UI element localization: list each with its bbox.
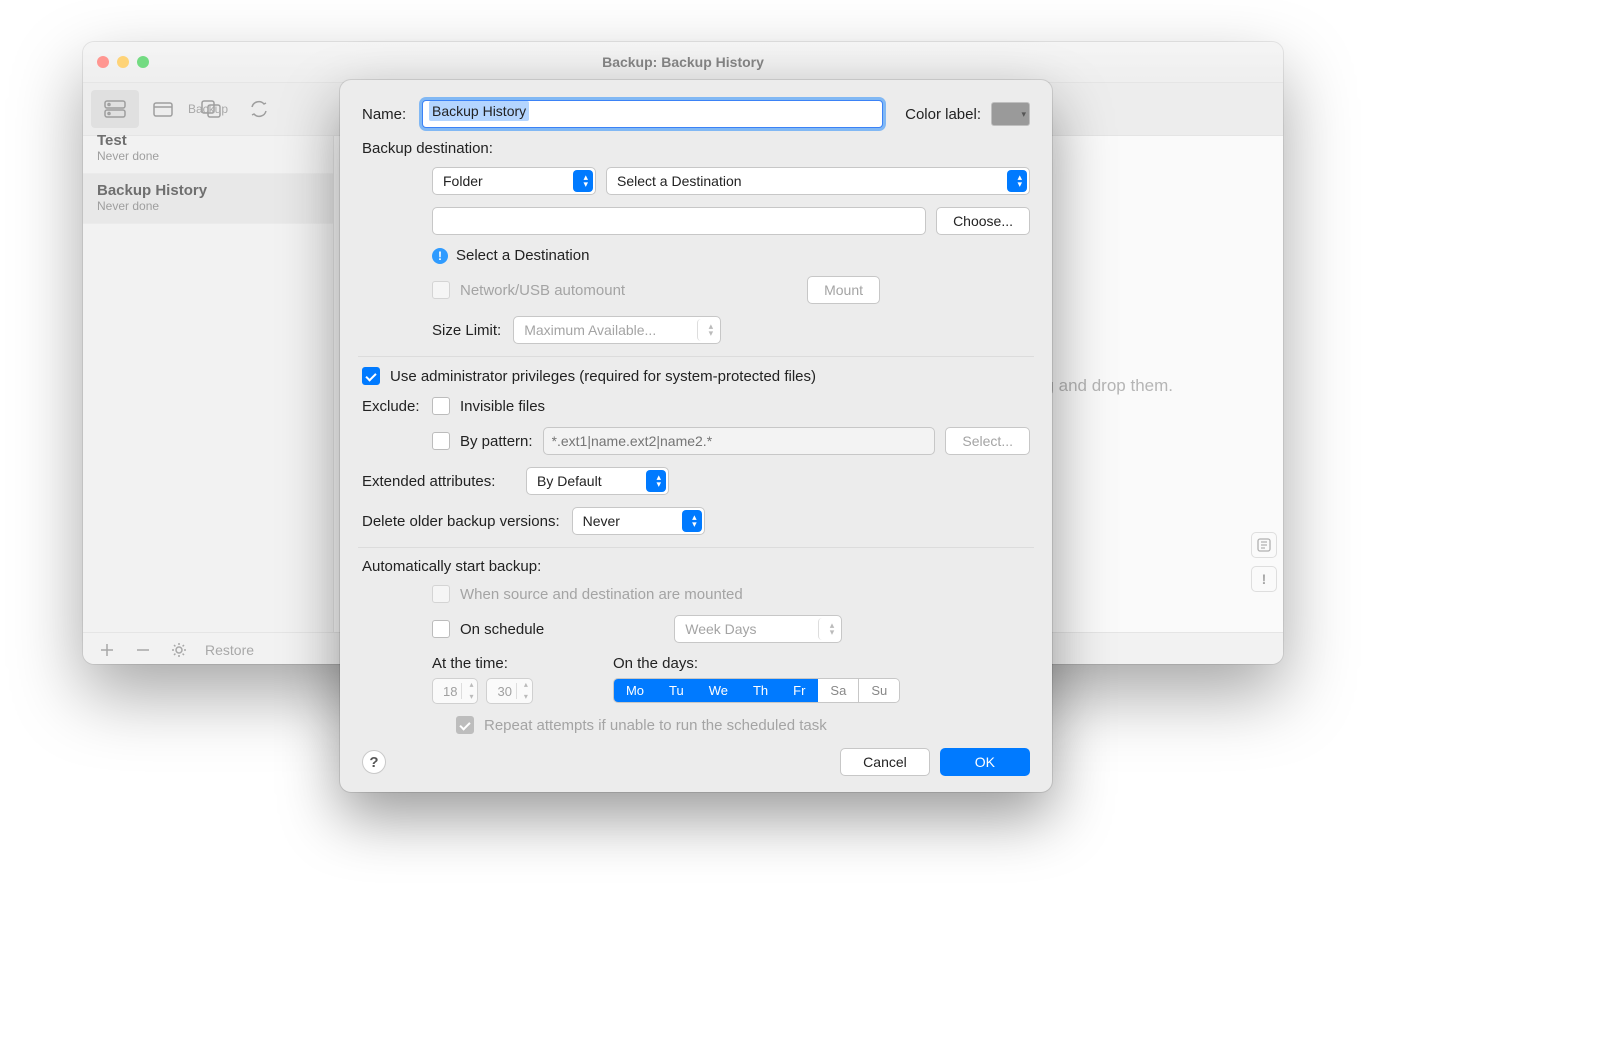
dest-path-field[interactable] xyxy=(432,207,926,235)
alert-icon: ! xyxy=(432,248,448,264)
sidebar: Backup Test Never done Backup History Ne… xyxy=(83,136,334,632)
day-su[interactable]: Su xyxy=(859,679,899,702)
time-hour-stepper: 18▴▾ xyxy=(432,678,478,704)
automount-label: Network/USB automount xyxy=(460,282,625,299)
name-value: Backup History xyxy=(429,101,529,121)
admin-privs-label: Use administrator privileges (required f… xyxy=(390,368,816,385)
schedule-popup: Week Days ▴▾ xyxy=(674,615,842,643)
repeat-label: Repeat attempts if unable to run the sch… xyxy=(484,717,827,734)
dest-section-label: Backup destination: xyxy=(362,140,1030,157)
automount-checkbox xyxy=(432,281,450,299)
day-th[interactable]: Th xyxy=(741,679,781,702)
on-schedule-label: On schedule xyxy=(460,621,544,638)
restore-button[interactable]: Restore xyxy=(205,642,254,658)
exclude-label: Exclude: xyxy=(362,398,422,415)
size-limit-popup: Maximum Available... ▴▾ xyxy=(513,316,721,344)
dest-type-popup[interactable]: Folder ▴▾ xyxy=(432,167,596,195)
task-name: Backup History xyxy=(97,182,319,199)
auto-start-label: Automatically start backup: xyxy=(362,558,1030,575)
right-gutter: ! xyxy=(1251,180,1277,592)
exclude-invisible-label: Invisible files xyxy=(460,398,545,415)
at-time-label: At the time: xyxy=(432,655,533,672)
xattr-label: Extended attributes: xyxy=(362,473,512,490)
task-item[interactable]: Test Never done xyxy=(83,124,333,174)
when-mounted-checkbox xyxy=(432,585,450,603)
day-tu[interactable]: Tu xyxy=(657,679,697,702)
task-subtitle: Never done xyxy=(97,149,319,163)
titlebar: Backup: Backup History xyxy=(83,42,1283,83)
dest-alert-text: Select a Destination xyxy=(456,247,589,264)
exclude-invisible-checkbox[interactable] xyxy=(432,397,450,415)
task-item[interactable]: Backup History Never done xyxy=(83,174,333,224)
day-we[interactable]: We xyxy=(697,679,741,702)
size-limit-label: Size Limit: xyxy=(432,322,501,339)
when-mounted-label: When source and destination are mounted xyxy=(460,586,743,603)
color-label-picker[interactable] xyxy=(991,102,1030,126)
delete-older-label: Delete older backup versions: xyxy=(362,513,560,530)
window-title: Backup: Backup History xyxy=(83,54,1283,70)
select-button: Select... xyxy=(945,427,1030,455)
on-schedule-checkbox[interactable] xyxy=(432,620,450,638)
admin-privs-checkbox[interactable] xyxy=(362,367,380,385)
settings-sheet: Name: Backup History Color label: Backup… xyxy=(340,80,1052,792)
help-button[interactable]: ? xyxy=(362,750,386,774)
exclude-pattern-checkbox[interactable] xyxy=(432,432,450,450)
dest-select-popup[interactable]: Select a Destination ▴▾ xyxy=(606,167,1030,195)
name-input[interactable]: Backup History xyxy=(422,100,883,128)
delete-older-popup[interactable]: Never ▴▾ xyxy=(572,507,705,535)
day-mo[interactable]: Mo xyxy=(614,679,657,702)
notes-icon[interactable] xyxy=(1251,532,1277,558)
alert-icon[interactable]: ! xyxy=(1251,566,1277,592)
remove-button[interactable] xyxy=(133,640,153,660)
add-button[interactable] xyxy=(97,640,117,660)
task-subtitle: Never done xyxy=(97,199,319,213)
day-sa[interactable]: Sa xyxy=(818,679,859,702)
repeat-checkbox xyxy=(456,716,474,734)
time-minute-stepper: 30▴▾ xyxy=(486,678,532,704)
choose-button[interactable]: Choose... xyxy=(936,207,1030,235)
day-fr[interactable]: Fr xyxy=(781,679,818,702)
mount-button: Mount xyxy=(807,276,880,304)
toolbar-tab-label: Backup xyxy=(83,102,333,116)
color-label: Color label: xyxy=(905,106,981,123)
ok-button[interactable]: OK xyxy=(940,748,1030,776)
task-name: Test xyxy=(97,132,319,149)
name-label: Name: xyxy=(362,106,422,123)
exclude-pattern-label: By pattern: xyxy=(460,433,533,450)
xattr-popup[interactable]: By Default ▴▾ xyxy=(526,467,669,495)
gear-icon xyxy=(171,642,187,658)
days-segmented[interactable]: MoTuWeThFrSaSu xyxy=(613,678,900,703)
settings-button[interactable] xyxy=(169,640,189,660)
cancel-button[interactable]: Cancel xyxy=(840,748,930,776)
on-days-label: On the days: xyxy=(613,655,900,672)
pattern-field xyxy=(543,427,936,455)
